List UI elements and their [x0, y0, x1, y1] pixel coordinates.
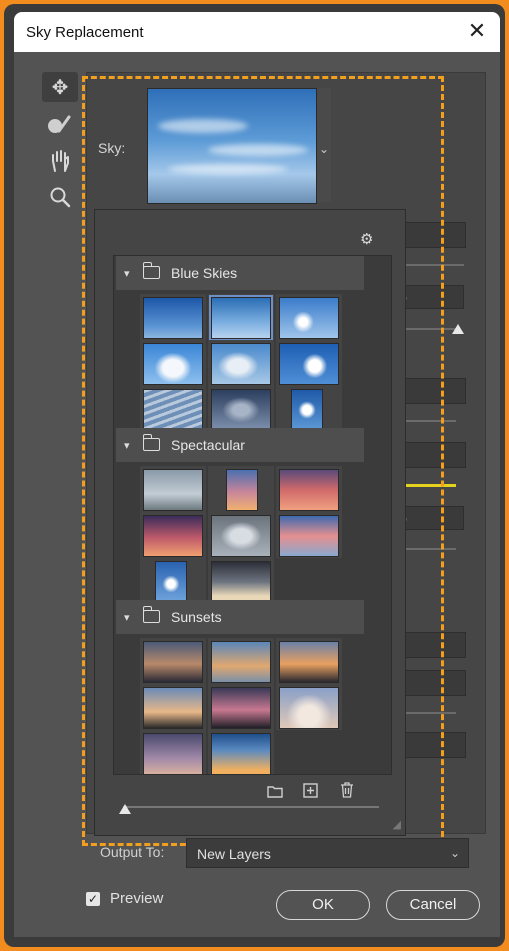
sky-thumb-12[interactable]: [279, 469, 339, 511]
sky-preset-list: ▾ Blue Skies ▾ Spectacular ▾ Sunsets: [113, 255, 392, 775]
gear-icon[interactable]: ⚙: [360, 230, 373, 248]
chevron-down-icon: ⌄: [449, 846, 460, 860]
move-tool-button[interactable]: ✥: [42, 72, 78, 102]
folder-icon: [143, 434, 160, 451]
sky-thumb-5[interactable]: [211, 343, 271, 385]
output-to-label: Output To:: [100, 844, 165, 860]
hand-icon: [52, 150, 69, 172]
dialog-frame: Sky Replacement ✕ ✥ Sky: ⌄ ⚙ ▾ Blue Skie…: [4, 4, 505, 947]
sky-thumb-17[interactable]: [211, 561, 271, 603]
sky-thumb-23[interactable]: [279, 687, 339, 729]
group-name: Blue Skies: [171, 265, 238, 281]
sky-brush-tool-button[interactable]: [42, 110, 78, 140]
dialog-body: ✥ Sky: ⌄ ⚙ ▾ Blue Skies ▾ Spectacular ▾ …: [14, 52, 500, 937]
sky-thumb-25[interactable]: [211, 733, 271, 774]
sky-thumb-8[interactable]: [211, 389, 271, 431]
trash-icon[interactable]: [340, 782, 354, 798]
zoom-tool-button[interactable]: [42, 182, 78, 212]
move-icon: ✥: [51, 76, 69, 99]
sky-brush-icon: [48, 115, 71, 133]
window-title: Sky Replacement: [26, 24, 144, 41]
ok-button[interactable]: OK: [276, 890, 370, 920]
sky-thumb-10[interactable]: [143, 469, 203, 511]
sky-thumb-21[interactable]: [143, 687, 203, 729]
sky-thumb-9[interactable]: [291, 389, 323, 431]
thumbnail-size-slider[interactable]: [123, 806, 379, 808]
preview-label: Preview: [110, 890, 164, 907]
sky-thumb-11[interactable]: [226, 469, 258, 511]
sky-thumb-13[interactable]: [143, 515, 203, 557]
new-folder-icon[interactable]: [267, 785, 283, 798]
sky-thumb-14[interactable]: [211, 515, 271, 557]
group-blue-skies[interactable]: ▾ Blue Skies: [116, 256, 364, 290]
hand-tool-button[interactable]: [42, 146, 78, 176]
sky-dropdown-arrow[interactable]: ⌄: [317, 88, 331, 202]
checkbox-check-icon: ✓: [86, 892, 100, 906]
cancel-button[interactable]: Cancel: [386, 890, 480, 920]
folder-icon: [143, 262, 160, 279]
chevron-down-icon: ▾: [124, 268, 130, 280]
group-sunsets[interactable]: ▾ Sunsets: [116, 600, 364, 634]
sky-thumb-15[interactable]: [279, 515, 339, 557]
sky-thumb-24[interactable]: [143, 733, 203, 774]
sky-thumbnail[interactable]: [147, 88, 317, 204]
group-name: Spectacular: [171, 437, 245, 453]
group-name: Sunsets: [171, 609, 222, 625]
sky-thumb-6[interactable]: [279, 343, 339, 385]
sky-label: Sky:: [98, 140, 126, 156]
chevron-down-icon: ▾: [124, 440, 130, 452]
sky-preset-popup: ⚙ ▾ Blue Skies ▾ Spectacular ▾ Sunsets ◢: [94, 209, 406, 836]
folder-icon: [143, 606, 160, 623]
sky-thumb-1[interactable]: [143, 297, 203, 339]
sky-thumb-4[interactable]: [143, 343, 203, 385]
sky-thumb-3[interactable]: [279, 297, 339, 339]
title-bar: Sky Replacement ✕: [14, 12, 500, 52]
sky-thumb-22[interactable]: [211, 687, 271, 729]
sky-thumb-16[interactable]: [155, 561, 187, 603]
sky-thumb-20[interactable]: [279, 641, 339, 683]
chevron-down-icon: ▾: [124, 612, 130, 624]
sky-thumb-2[interactable]: [209, 295, 273, 341]
close-icon[interactable]: ✕: [464, 18, 490, 44]
add-sky-icon[interactable]: [303, 783, 318, 798]
output-to-value: New Layers: [197, 846, 271, 862]
group-spectacular[interactable]: ▾ Spectacular: [116, 428, 364, 462]
sky-thumb-18[interactable]: [143, 641, 203, 683]
thumbnail-size-slider-knob[interactable]: [119, 804, 131, 814]
sky-thumb-19[interactable]: [211, 641, 271, 683]
zoom-icon: [50, 187, 71, 208]
bg-slider-2-knob[interactable]: [452, 324, 464, 334]
output-to-select[interactable]: New Layers ⌄: [186, 838, 469, 868]
sky-thumb-7[interactable]: [143, 389, 203, 431]
resize-grip-icon[interactable]: ◢: [393, 818, 401, 831]
